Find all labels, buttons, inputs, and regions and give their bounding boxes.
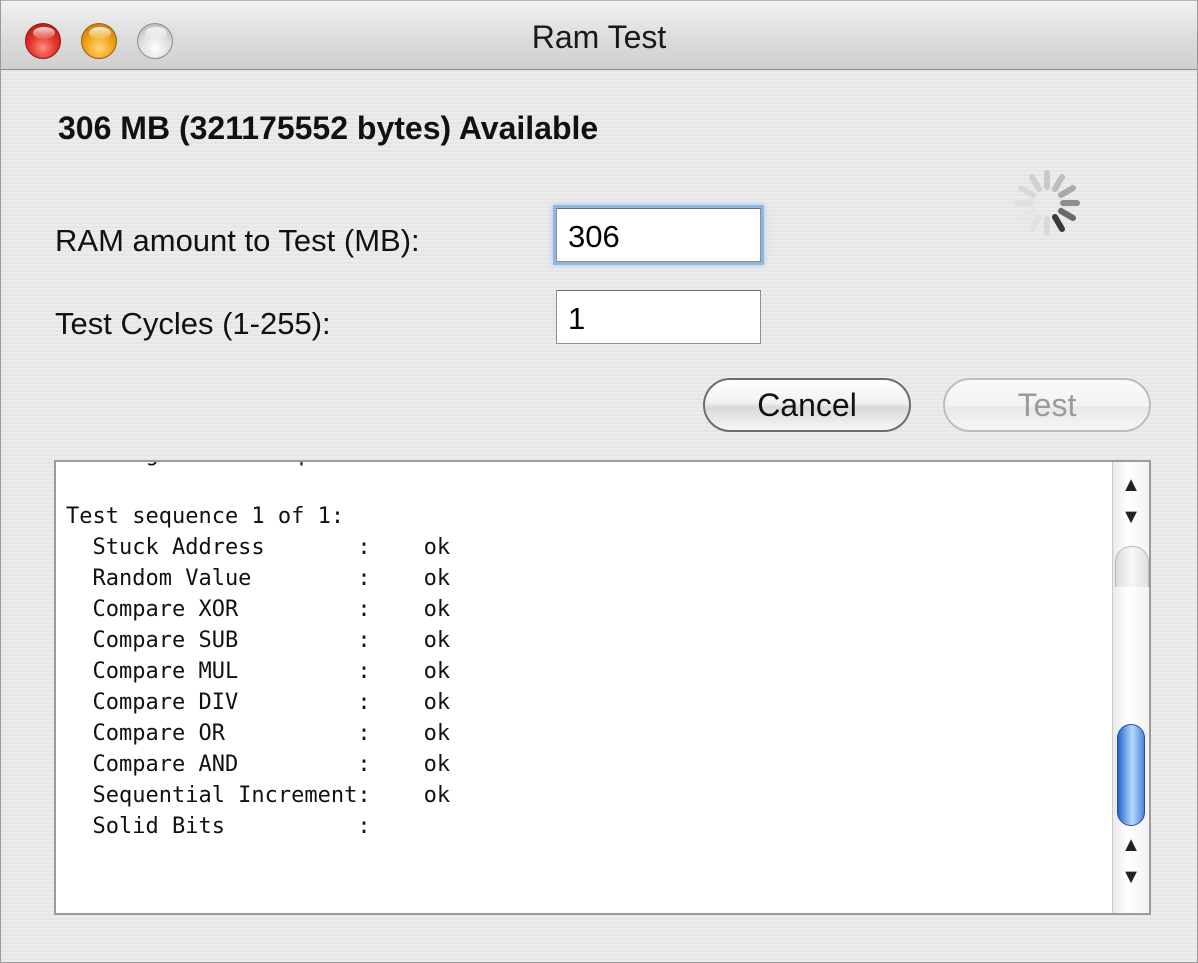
test-cycles-label: Test Cycles (1-255): — [55, 306, 331, 341]
scroll-down-arrow-icon[interactable]: ▼ — [1113, 862, 1149, 892]
test-log-area[interactable]: Running 1 test sequence... Test sequence… — [54, 460, 1151, 915]
log-scrollbar[interactable]: ▲ ▼ ▲ ▼ — [1112, 462, 1149, 913]
test-button[interactable]: Test — [943, 378, 1151, 432]
test-cycles-input[interactable] — [556, 290, 761, 344]
cancel-button[interactable]: Cancel — [703, 378, 911, 432]
scroll-up-arrow-icon[interactable]: ▲ — [1113, 830, 1149, 860]
ram-amount-input[interactable] — [556, 208, 761, 262]
scroll-down-arrow-icon[interactable]: ▼ — [1113, 502, 1149, 532]
spinner-icon — [1014, 170, 1080, 236]
window-title: Ram Test — [531, 19, 667, 55]
available-memory-label: 306 MB (321175552 bytes) Available — [58, 110, 599, 146]
scroll-track[interactable] — [1115, 546, 1149, 587]
scroll-thumb[interactable] — [1117, 724, 1145, 826]
ram-amount-label: RAM amount to Test (MB): — [55, 223, 420, 258]
test-log-text: Running 1 test sequence... Test sequence… — [66, 462, 451, 839]
title-bar[interactable]: Ram Test — [1, 0, 1197, 70]
ram-test-window: Ram Test 306 MB (321175552 bytes) Availa… — [0, 0, 1198, 963]
scroll-up-arrow-icon[interactable]: ▲ — [1113, 470, 1149, 500]
